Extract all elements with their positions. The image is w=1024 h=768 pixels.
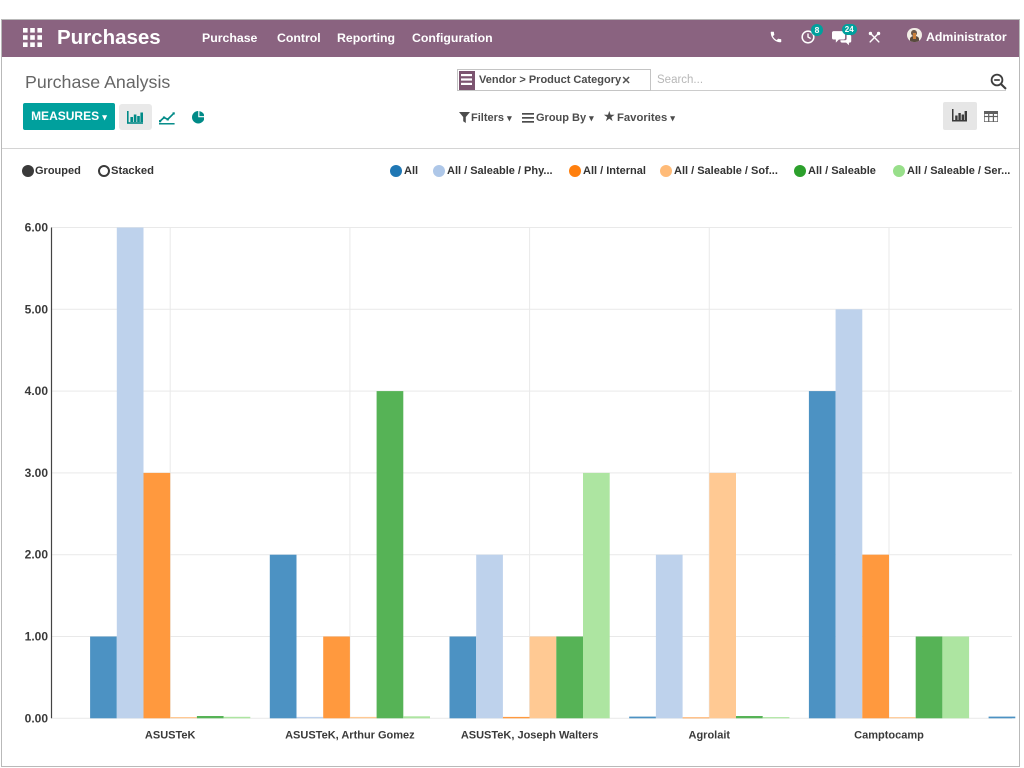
svg-text:ASUSTeK, Arthur Gomez: ASUSTeK, Arthur Gomez	[285, 730, 415, 742]
svg-text:1.00: 1.00	[25, 630, 49, 644]
svg-text:ASUSTeK, Joseph Walters: ASUSTeK, Joseph Walters	[461, 730, 599, 742]
svg-text:2.00: 2.00	[25, 548, 49, 562]
svg-text:Camptocamp: Camptocamp	[854, 730, 924, 742]
svg-text:Agrolait: Agrolait	[689, 730, 731, 742]
svg-text:ASUSTeK: ASUSTeK	[145, 730, 196, 742]
svg-text:0.00: 0.00	[25, 711, 49, 725]
svg-text:5.00: 5.00	[25, 302, 49, 316]
svg-text:4.00: 4.00	[25, 384, 49, 398]
svg-text:6.00: 6.00	[25, 221, 49, 235]
svg-text:3.00: 3.00	[25, 466, 49, 480]
